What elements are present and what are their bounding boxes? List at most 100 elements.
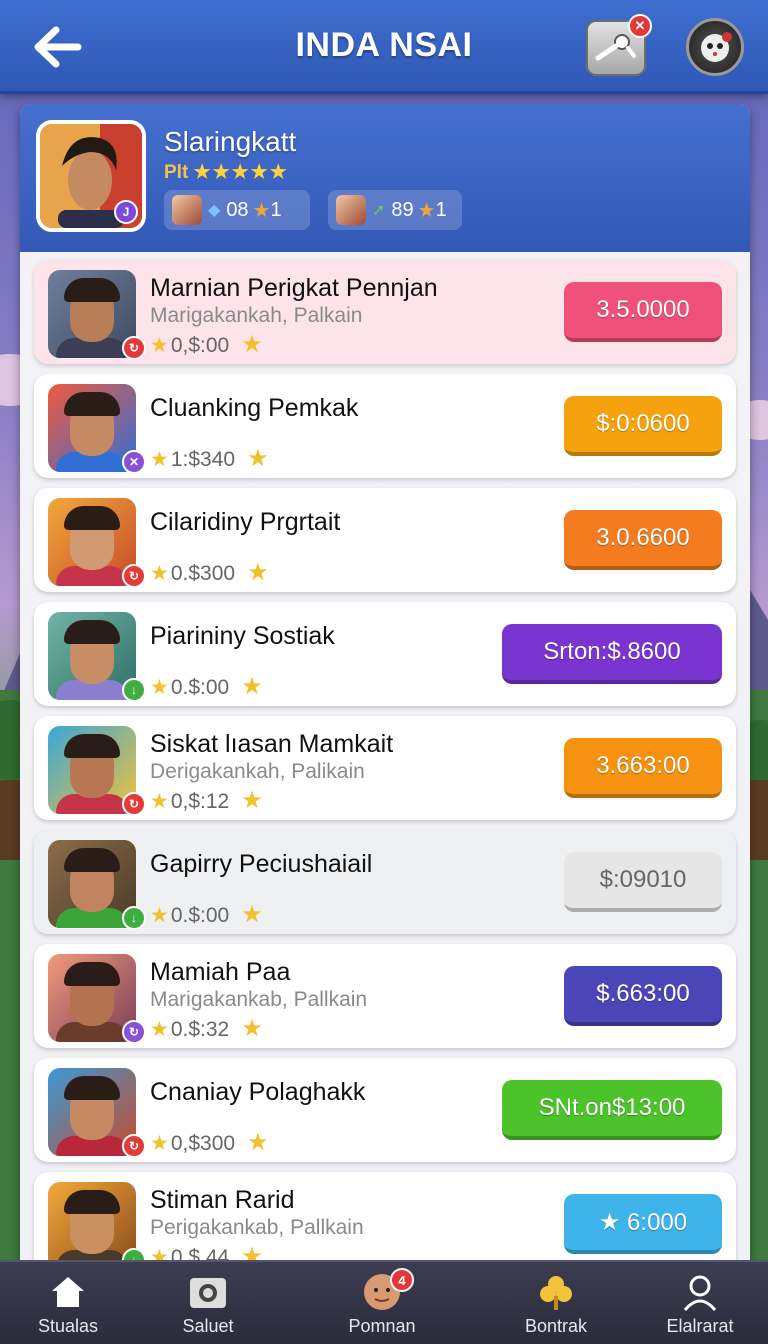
avatar-hair [64,392,120,416]
player-name: Cnaniay Polaghakk [150,1078,366,1106]
star-icon: ★ [241,787,263,814]
stat-count: 1 [435,198,447,221]
avatar-hair [64,1190,120,1214]
rank-badge-icon: ✕ [122,450,146,474]
list-item[interactable]: ↻ Cilaridiny Prgrtait ★0.$300 ★ 3.0.6600 [34,488,736,592]
home-icon [48,1272,88,1312]
star-icon: ★ [417,199,436,222]
nav-label: Saluet [182,1316,234,1336]
score-value: 0,$:12 [170,790,230,813]
price-button[interactable]: $:09010 [564,852,722,912]
star-icon: ★ [150,676,169,699]
stat-box-1[interactable]: ◆ 08 ★ 1 [164,190,310,230]
avatar-hair [64,734,120,758]
player-score: ★0,$:12 ★ [150,786,263,815]
bottom-navigation: Stualas Saluet 4 Pomnan Bontrak Elalrara… [0,1260,768,1344]
player-location: Marigakankah, Palkain [150,304,363,327]
avatar-hair [64,278,120,302]
top-bar: INDA NSAI ✕ [0,0,768,94]
score-value: 0,$300 [170,1132,236,1155]
player-score: ★0.$:32 ★ [150,1014,263,1043]
avatar-hair [64,848,120,872]
settings-button[interactable] [686,18,744,76]
player-location: Perigakankab, Pallkain [150,1216,364,1239]
player-name: Marnian Perigkat Pennjan [150,274,438,302]
profile-avatar[interactable]: J [36,120,146,232]
star-icon: ★ [247,1129,269,1156]
tools-button[interactable]: ✕ [586,14,652,76]
rating-label: Plt [164,162,189,183]
list-item[interactable]: ↓ Gapirry Peciushaiail ★0.$:00 ★ $:09010 [34,830,736,934]
player-list: ↻ Marnian Perigkat Pennjan Marigakankah, P… [34,260,736,1264]
nav-label: Stualas [37,1316,99,1336]
avatar-hair [64,962,120,986]
avatar-hair [64,1076,120,1100]
star-icon: ★ [150,904,169,927]
rank-badge-icon: ↻ [122,792,146,816]
nav-label: Elalrarat [666,1316,734,1336]
nav-item-user[interactable]: Elalrarat [648,1262,752,1344]
leaf-icon: ➚ [372,202,386,219]
clover-icon [536,1272,576,1312]
player-name: Cilaridiny Prgrtait [150,508,341,536]
player-score: ★0.$:00 ★ [150,900,263,929]
nav-label: Bontrak [524,1316,588,1336]
player-score: ★1:$340 ★ [150,444,269,473]
notification-badge: 4 [390,1268,414,1292]
star-icon: ★ [241,1015,263,1042]
profile-header: J Slaringkatt Plt ★★★★★ ◆ 08 ★ 1 ➚ 89 ★ … [20,104,750,252]
star-icon: ★ [150,1018,169,1041]
star-icon: ★ [252,199,271,222]
price-button[interactable]: 3.663:00 [564,738,722,798]
star-icon: ★ [150,1132,169,1155]
star-icon: ★ [150,562,169,585]
list-item[interactable]: ↻ Siskat lıasan Mamkait Derigakankah, Pali… [34,716,736,820]
score-value: 0,$:00 [170,334,230,357]
price-button[interactable]: ★ 6:000 [564,1194,722,1254]
list-item[interactable]: ↓ Piarininy Sostiak ★0.$:00 ★ Srton:$.8600 [34,602,736,706]
rank-badge-icon: ↓ [122,678,146,702]
stat-count: 1 [270,198,282,221]
list-item[interactable]: ↻ Mamiah Paa Marigakankab, Pallkain ★0.$:32… [34,944,736,1048]
player-location: Marigakankab, Pallkain [150,988,368,1011]
price-button[interactable]: $.663:00 [564,966,722,1026]
price-button[interactable]: $:0:0600 [564,396,722,456]
price-button[interactable]: SNt.on$13:00 [502,1080,722,1140]
rank-badge-icon: ↻ [122,1020,146,1044]
star-icon: ★ [247,445,269,472]
player-name: Cluanking Pemkak [150,394,359,422]
star-icon: ★ [241,901,263,928]
player-score: ★0.$:00 ★ [150,672,263,701]
player-avatar [48,1182,136,1264]
score-value: 0.$:00 [170,904,230,927]
score-value: 0.$:00 [170,676,230,699]
level-badge: J [114,200,138,224]
score-value: 0.$:32 [170,1018,230,1041]
nav-item-profile[interactable]: 4 Pomnan [330,1262,434,1344]
star-icon: ★ [241,673,263,700]
list-item[interactable]: ↻ Marnian Perigkat Pennjan Marigakankah, P… [34,260,736,364]
player-location: Derigakankah, Palikain [150,760,365,783]
star-icon: ★ [150,790,169,813]
stat-value: 08 [226,198,249,221]
nav-item-clover[interactable]: Bontrak [504,1262,608,1344]
list-item[interactable]: ↓ Stiman Rarid Perigakankab, Pallkain ★0.$.… [34,1172,736,1264]
profile-name: Slaringkatt [164,126,297,157]
nav-item-camera[interactable]: Saluet [158,1262,258,1344]
star-icon: ★ [247,559,269,586]
player-name: Siskat lıasan Mamkait [150,730,394,758]
avatar-hair [64,620,120,644]
companion-icon [172,195,202,225]
stat-box-2[interactable]: ➚ 89 ★ 1 [328,190,462,230]
list-item[interactable]: ↻ Cnaniay Polaghakk ★0,$300 ★ SNt.on$13:00 [34,1058,736,1162]
player-name: Gapirry Peciushaiail [150,850,373,878]
list-item[interactable]: ✕ Cluanking Pemkak ★1:$340 ★ $:0:0600 [34,374,736,478]
player-score: ★0,$300 ★ [150,1128,269,1157]
nav-label: Pomnan [348,1316,416,1336]
price-button[interactable]: 3.0.6600 [564,510,722,570]
price-button[interactable]: Srton:$.8600 [502,624,722,684]
leaderboard-panel: J Slaringkatt Plt ★ ★ ★ ★ ★ ◆ 08 ★ 1 ➚ 89 ★ … [20,104,750,1264]
page-title: INDA NSAI [295,26,473,64]
price-button[interactable]: 3.5.0000 [564,282,722,342]
nav-item-home[interactable]: Stualas [18,1262,118,1344]
